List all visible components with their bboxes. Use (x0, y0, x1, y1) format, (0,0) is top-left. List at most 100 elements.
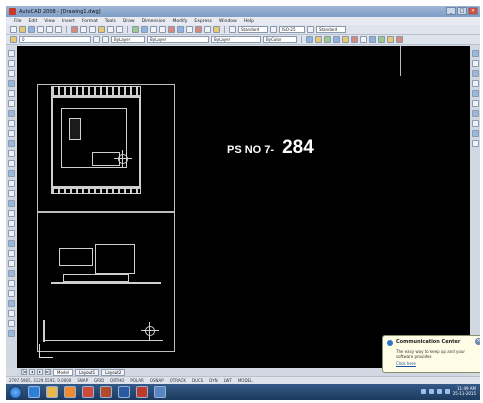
point-icon[interactable] (8, 180, 15, 187)
otrack-toggle[interactable]: OTRACK (170, 378, 186, 383)
offset-icon[interactable] (8, 270, 15, 277)
balloon-link[interactable]: Click here (396, 361, 416, 366)
file-explorer-icon[interactable] (46, 386, 58, 398)
photoshop-icon[interactable] (118, 386, 130, 398)
copy-object-icon[interactable] (8, 250, 15, 257)
explode-icon[interactable] (471, 140, 479, 147)
menu-help[interactable]: Help (244, 19, 254, 24)
lineweight-combo[interactable]: ByLayer (211, 36, 261, 43)
dyn-toggle[interactable]: DYN (209, 378, 217, 383)
maximize-button[interactable]: □ (457, 7, 467, 15)
make-current-icon[interactable] (93, 36, 100, 43)
match-properties-icon[interactable] (98, 26, 105, 33)
dim-style-icon[interactable] (270, 26, 277, 33)
stretch-icon[interactable] (8, 320, 15, 327)
rotate-icon[interactable] (8, 300, 15, 307)
line-icon[interactable] (8, 50, 15, 57)
spline-icon[interactable] (8, 130, 15, 137)
redo-icon[interactable] (116, 26, 123, 33)
table-style-combo[interactable]: Standard (316, 26, 346, 33)
last-tab-button[interactable]: ▸| (45, 369, 51, 375)
text-style-icon[interactable] (229, 26, 236, 33)
polyline-icon[interactable] (8, 70, 15, 77)
clock[interactable]: 11:49 AM 25-11-2015 (453, 386, 476, 396)
explorer-window-icon[interactable] (154, 386, 166, 398)
move-icon[interactable] (8, 290, 15, 297)
multiline-text-icon[interactable] (8, 230, 15, 237)
snap-toggle[interactable]: SNAP (77, 378, 88, 383)
linetype-combo[interactable]: ByLayer (147, 36, 209, 43)
zoom-previous-icon[interactable] (159, 26, 166, 33)
lwt-toggle[interactable]: LWT (224, 378, 232, 383)
insert-block-icon[interactable] (8, 160, 15, 167)
construction-line-icon[interactable] (8, 60, 15, 67)
copy-icon[interactable] (80, 26, 87, 33)
next-tab-button[interactable]: ▸ (37, 369, 43, 375)
menu-modify[interactable]: Modify (173, 19, 188, 24)
dim-style-combo[interactable]: ISO-25 (279, 26, 305, 33)
gradient-icon[interactable] (8, 200, 15, 207)
tab-layout1[interactable]: Layout1 (75, 368, 100, 376)
menu-express[interactable]: Express (194, 19, 212, 24)
media-player-icon[interactable] (64, 386, 76, 398)
layer-tool-11-icon[interactable] (396, 36, 403, 43)
mirror-icon[interactable] (8, 260, 15, 267)
sheet-set-icon[interactable] (195, 26, 202, 33)
menu-view[interactable]: View (44, 19, 55, 24)
layer-manager-icon[interactable] (10, 36, 17, 43)
plot-style-combo[interactable]: ByColor (263, 36, 297, 43)
break-icon[interactable] (471, 100, 479, 107)
rectangle-icon[interactable] (8, 90, 15, 97)
design-center-icon[interactable] (177, 26, 184, 33)
tool-palettes-icon[interactable] (186, 26, 193, 33)
menu-edit[interactable]: Edit (29, 19, 38, 24)
quickcalc-icon[interactable] (213, 26, 220, 33)
vlc-icon[interactable] (100, 386, 112, 398)
list-icon[interactable] (471, 70, 479, 77)
menu-dimension[interactable]: Dimension (142, 19, 166, 24)
grid-toggle[interactable]: GRID (94, 378, 104, 383)
paste-icon[interactable] (89, 26, 96, 33)
ellipse-arc-icon[interactable] (8, 150, 15, 157)
start-button[interactable] (9, 385, 22, 399)
preview-icon[interactable] (46, 26, 53, 33)
ellipse-icon[interactable] (8, 140, 15, 147)
table-style-icon[interactable] (307, 26, 314, 33)
hatch-icon[interactable] (8, 190, 15, 197)
volume-icon[interactable] (428, 388, 434, 394)
pan-icon[interactable] (132, 26, 139, 33)
autocad-taskbar-icon[interactable] (136, 386, 148, 398)
text-style-combo[interactable]: Standard (238, 26, 268, 33)
autocad-app-icon[interactable] (9, 8, 16, 15)
trim-icon[interactable] (8, 330, 15, 337)
layer-tool-7-icon[interactable] (360, 36, 367, 43)
dist-icon[interactable] (471, 50, 479, 57)
fillet-icon[interactable] (471, 130, 479, 137)
flag-icon[interactable] (436, 388, 442, 394)
layer-tool-3-icon[interactable] (324, 36, 331, 43)
table-icon[interactable] (8, 220, 15, 227)
id-point-icon[interactable] (471, 80, 479, 87)
internet-explorer-icon[interactable] (28, 386, 40, 398)
markup-icon[interactable] (204, 26, 211, 33)
close-button[interactable]: × (468, 7, 478, 15)
arc-icon[interactable] (8, 100, 15, 107)
menu-tools[interactable]: Tools (105, 19, 116, 24)
join-icon[interactable] (471, 110, 479, 117)
layer-tool-5-icon[interactable] (342, 36, 349, 43)
network-icon[interactable] (420, 388, 426, 394)
model-toggle[interactable]: MODEL (238, 378, 252, 383)
polar-toggle[interactable]: POLAR (130, 378, 143, 383)
prev-tab-button[interactable]: ◂ (29, 369, 35, 375)
polygon-icon[interactable] (8, 80, 15, 87)
layer-tool-1-icon[interactable] (306, 36, 313, 43)
chamfer-icon[interactable] (471, 120, 479, 127)
layer-previous-icon[interactable] (102, 36, 109, 43)
open-icon[interactable] (19, 26, 26, 33)
ortho-toggle[interactable]: ORTHO (110, 378, 124, 383)
layer-tool-9-icon[interactable] (378, 36, 385, 43)
menu-window[interactable]: Window (219, 19, 237, 24)
tab-model[interactable]: Model (53, 368, 74, 376)
erase-icon[interactable] (8, 240, 15, 247)
zoom-realtime-icon[interactable] (141, 26, 148, 33)
